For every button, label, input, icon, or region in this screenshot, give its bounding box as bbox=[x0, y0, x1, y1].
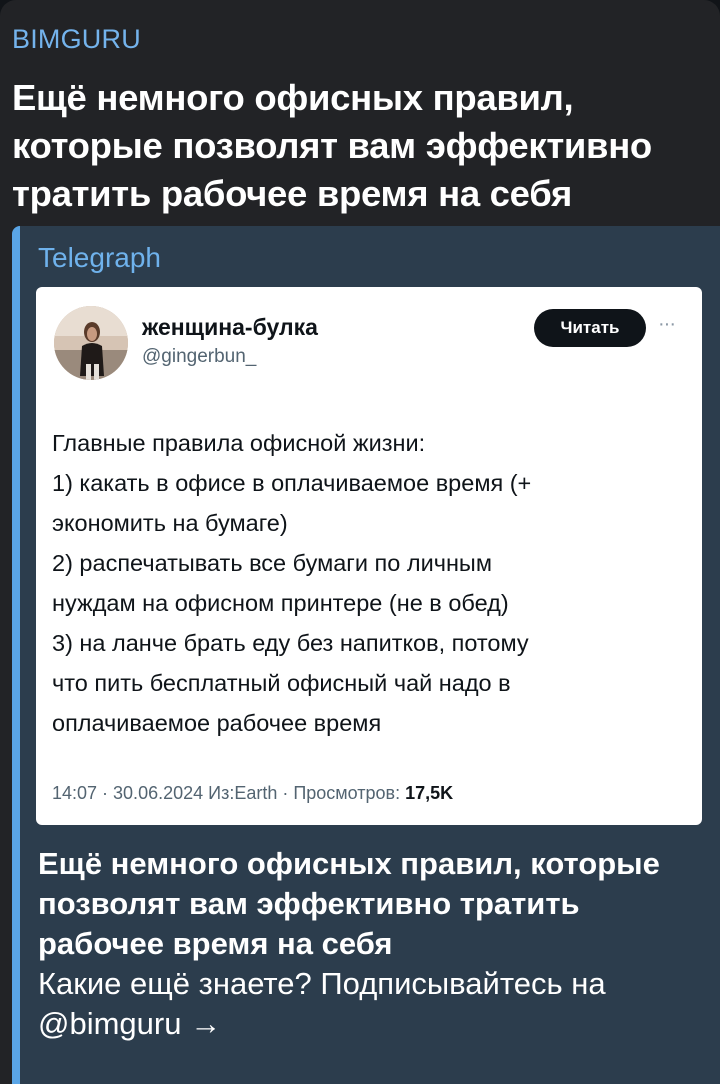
tweet-line: нуждам на офисном принтере (не в обед) bbox=[52, 590, 509, 616]
avatar bbox=[54, 306, 128, 380]
tweet-timestamp: 14:07 · 30.06.2024 Из:Earth · Просмотров… bbox=[52, 783, 401, 803]
ellipsis-icon: ··· bbox=[658, 313, 676, 335]
follow-button: Читать bbox=[534, 309, 646, 347]
message-bubble: BIMGURU Ещё немного офисных правил, кото… bbox=[0, 0, 720, 1084]
tweet-line: оплачиваемое рабочее время bbox=[52, 710, 382, 736]
preview-accent-bar bbox=[12, 226, 20, 1084]
tweet-views: 17,5K bbox=[405, 783, 454, 803]
tweet-line: 3) на ланче брать еду без напитков, пото… bbox=[52, 630, 529, 656]
preview-description: Ещё немного офисных правил, которые позв… bbox=[38, 844, 708, 1044]
tweet-handle: @gingerbun_ bbox=[142, 346, 257, 367]
tweet-line: Главные правила офисной жизни: bbox=[52, 430, 426, 456]
tweet-display-name: женщина-булка bbox=[142, 314, 318, 340]
channel-name[interactable]: BIMGURU bbox=[12, 24, 141, 55]
preview-description-text: Какие ещё знаете? Подписывайтесь на @bim… bbox=[38, 966, 606, 1041]
tweet-line: 2) распечатывать все бумаги по личным bbox=[52, 550, 492, 576]
link-preview[interactable]: Telegraph женщина-булка @gingerbun_ Чита… bbox=[12, 226, 720, 1084]
tweet-text: Главные правила офисной жизни: 1) какать… bbox=[52, 423, 692, 743]
preview-site-name: Telegraph bbox=[38, 242, 161, 273]
post-title: Ещё немного офисных правил, которые позв… bbox=[12, 77, 652, 214]
tweet-line: 1) какать в офисе в оплачиваемое время (… bbox=[52, 470, 532, 496]
tweet-meta: 14:07 · 30.06.2024 Из:Earth · Просмотров… bbox=[52, 783, 453, 804]
tweet-line: что пить бесплатный офисный чай надо в bbox=[52, 670, 511, 696]
preview-description-title: Ещё немного офисных правил, которые позв… bbox=[38, 846, 660, 961]
tweet-line: экономить на бумаге) bbox=[52, 510, 288, 536]
preview-image-tweet[interactable]: женщина-булка @gingerbun_ Читать ··· Гла… bbox=[36, 287, 702, 825]
